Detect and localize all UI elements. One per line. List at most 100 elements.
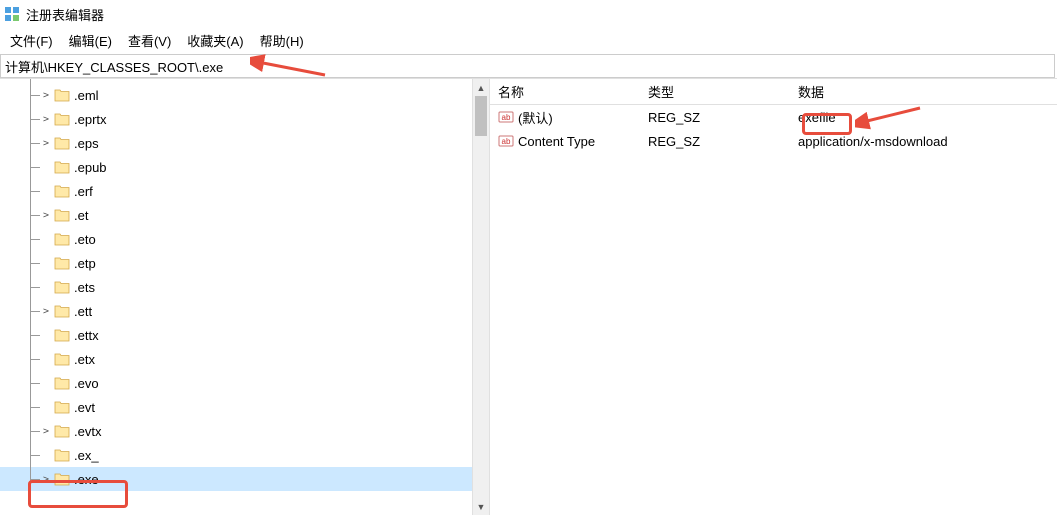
tree-item-label: .ettx [74, 328, 99, 343]
tree-item-label: .evo [74, 376, 99, 391]
tree-item-label: .exe [74, 472, 99, 487]
tree-item-exe[interactable]: > .exe [0, 467, 489, 491]
table-row[interactable]: ab(默认)REG_SZexefile [490, 105, 1057, 129]
cell-type: REG_SZ [640, 132, 790, 151]
address-bar[interactable]: 计算机\HKEY_CLASSES_ROOT\.exe [0, 54, 1055, 78]
chevron-right-icon [40, 185, 52, 197]
tree-item-eprtx[interactable]: > .eprtx [0, 107, 489, 131]
app-title: 注册表编辑器 [26, 5, 104, 24]
svg-text:ab: ab [502, 113, 511, 122]
cell-name: abContent Type [490, 131, 640, 151]
chevron-right-icon[interactable]: > [40, 137, 52, 149]
chevron-right-icon[interactable]: > [40, 425, 52, 437]
tree-item-label: .eml [74, 88, 99, 103]
chevron-right-icon [40, 281, 52, 293]
tree-item-etp[interactable]: .etp [0, 251, 489, 275]
tree-item-label: .ex_ [74, 448, 99, 463]
chevron-right-icon[interactable]: > [40, 209, 52, 221]
chevron-right-icon [40, 449, 52, 461]
tree-item-ettx[interactable]: .ettx [0, 323, 489, 347]
list-rows: ab(默认)REG_SZexefileabContent TypeREG_SZa… [490, 105, 1057, 153]
menu-file[interactable]: 文件(F) [2, 29, 61, 52]
tree-item-label: .eps [74, 136, 99, 151]
folder-icon [54, 352, 70, 366]
folder-icon [54, 112, 70, 126]
scrollbar-down-icon[interactable]: ▼ [473, 498, 489, 515]
chevron-right-icon [40, 401, 52, 413]
chevron-right-icon[interactable]: > [40, 89, 52, 101]
menu-help[interactable]: 帮助(H) [252, 29, 312, 52]
folder-icon [54, 376, 70, 390]
folder-icon [54, 184, 70, 198]
content-area: > .eml > .eprtx > .eps .epub .erf > .et .eto .etp .e… [0, 78, 1057, 515]
tree-item-label: .eto [74, 232, 96, 247]
tree-item-ett[interactable]: > .ett [0, 299, 489, 323]
tree-item-label: .eprtx [74, 112, 107, 127]
address-path: 计算机\HKEY_CLASSES_ROOT\.exe [5, 57, 223, 76]
folder-icon [54, 304, 70, 318]
chevron-right-icon[interactable]: > [40, 473, 52, 485]
tree-item-label: .epub [74, 160, 107, 175]
tree-item-label: .ets [74, 280, 95, 295]
svg-text:ab: ab [502, 137, 511, 146]
tree-item-etx[interactable]: .etx [0, 347, 489, 371]
tree-item-epub[interactable]: .epub [0, 155, 489, 179]
tree-item-et[interactable]: > .et [0, 203, 489, 227]
menu-edit[interactable]: 编辑(E) [61, 29, 120, 52]
folder-icon [54, 136, 70, 150]
menu-view[interactable]: 查看(V) [120, 29, 179, 52]
tree-item-label: .etx [74, 352, 95, 367]
list-header: 名称 类型 数据 [490, 79, 1057, 105]
menubar: 文件(F) 编辑(E) 查看(V) 收藏夹(A) 帮助(H) [0, 28, 1057, 52]
chevron-right-icon [40, 161, 52, 173]
table-row[interactable]: abContent TypeREG_SZapplication/x-msdown… [490, 129, 1057, 153]
header-col-type[interactable]: 类型 [640, 78, 790, 105]
tree-item-evtx[interactable]: > .evtx [0, 419, 489, 443]
app-icon [4, 6, 20, 22]
tree-item-eto[interactable]: .eto [0, 227, 489, 251]
scrollbar-thumb[interactable] [475, 96, 487, 136]
cell-data: application/x-msdownload [790, 132, 1057, 151]
folder-icon [54, 448, 70, 462]
tree-item-eml[interactable]: > .eml [0, 83, 489, 107]
tree-item-ex_[interactable]: .ex_ [0, 443, 489, 467]
tree-item-evt[interactable]: .evt [0, 395, 489, 419]
chevron-right-icon [40, 329, 52, 341]
folder-icon [54, 472, 70, 486]
folder-icon [54, 232, 70, 246]
header-col-name[interactable]: 名称 [490, 78, 640, 105]
cell-data: exefile [790, 108, 1057, 127]
folder-icon [54, 424, 70, 438]
cell-name: ab(默认) [490, 106, 640, 129]
chevron-right-icon[interactable]: > [40, 305, 52, 317]
string-value-icon: ab [498, 133, 514, 149]
tree-panel: > .eml > .eprtx > .eps .epub .erf > .et .eto .etp .e… [0, 79, 490, 515]
tree-item-label: .evtx [74, 424, 101, 439]
tree-item-label: .et [74, 208, 88, 223]
menu-favorites[interactable]: 收藏夹(A) [179, 29, 251, 52]
list-panel: 名称 类型 数据 ab(默认)REG_SZexefileabContent Ty… [490, 79, 1057, 515]
scrollbar-up-icon[interactable]: ▲ [473, 79, 489, 96]
chevron-right-icon[interactable]: > [40, 113, 52, 125]
tree-item-erf[interactable]: .erf [0, 179, 489, 203]
folder-icon [54, 400, 70, 414]
header-col-data[interactable]: 数据 [790, 78, 1057, 105]
folder-icon [54, 208, 70, 222]
tree-item-label: .ett [74, 304, 92, 319]
tree-item-label: .etp [74, 256, 96, 271]
folder-icon [54, 160, 70, 174]
chevron-right-icon [40, 353, 52, 365]
chevron-right-icon [40, 233, 52, 245]
folder-icon [54, 88, 70, 102]
tree-item-evo[interactable]: .evo [0, 371, 489, 395]
string-value-icon: ab [498, 109, 514, 125]
tree-scrollbar[interactable]: ▲ ▼ [472, 79, 489, 515]
tree-content: > .eml > .eprtx > .eps .epub .erf > .et .eto .etp .e… [0, 79, 489, 491]
chevron-right-icon [40, 377, 52, 389]
chevron-right-icon [40, 257, 52, 269]
tree-item-eps[interactable]: > .eps [0, 131, 489, 155]
tree-item-label: .evt [74, 400, 95, 415]
tree-item-ets[interactable]: .ets [0, 275, 489, 299]
folder-icon [54, 256, 70, 270]
cell-type: REG_SZ [640, 108, 790, 127]
